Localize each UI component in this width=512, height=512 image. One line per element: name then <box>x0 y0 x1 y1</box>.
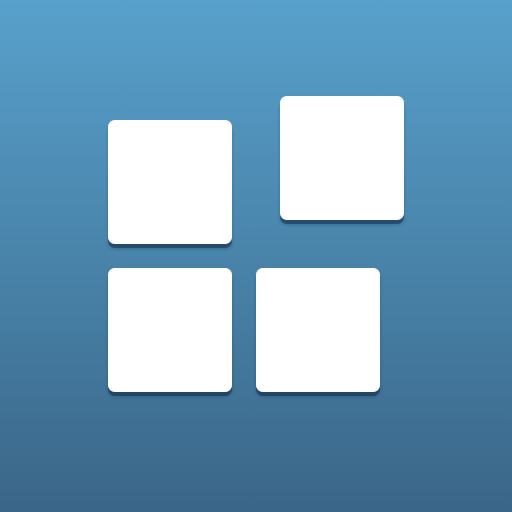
grid-tiles-icon <box>0 0 512 512</box>
tile-bottom-right <box>256 268 380 392</box>
tile-top-left <box>108 120 232 244</box>
tile-top-right <box>280 96 404 220</box>
tile-bottom-left <box>108 268 232 392</box>
